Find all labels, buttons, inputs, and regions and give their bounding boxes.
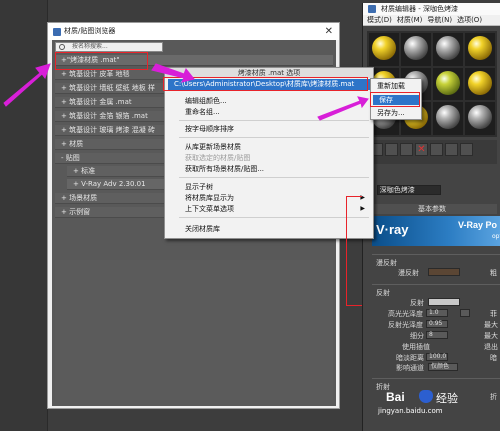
arrow-to-library bbox=[3, 63, 51, 107]
arrow-to-save bbox=[317, 96, 369, 121]
watermark-logo-text: Bai bbox=[386, 390, 405, 404]
arrow-to-path bbox=[151, 63, 195, 83]
baidu-paw-icon bbox=[419, 390, 433, 403]
baidu-jingyan-watermark: Bai 经验 jingyan.baidu.com bbox=[378, 390, 498, 428]
watermark-text: 经验 bbox=[436, 392, 458, 405]
annotation-arrows bbox=[3, 63, 369, 121]
watermark-url: jingyan.baidu.com bbox=[378, 407, 443, 415]
